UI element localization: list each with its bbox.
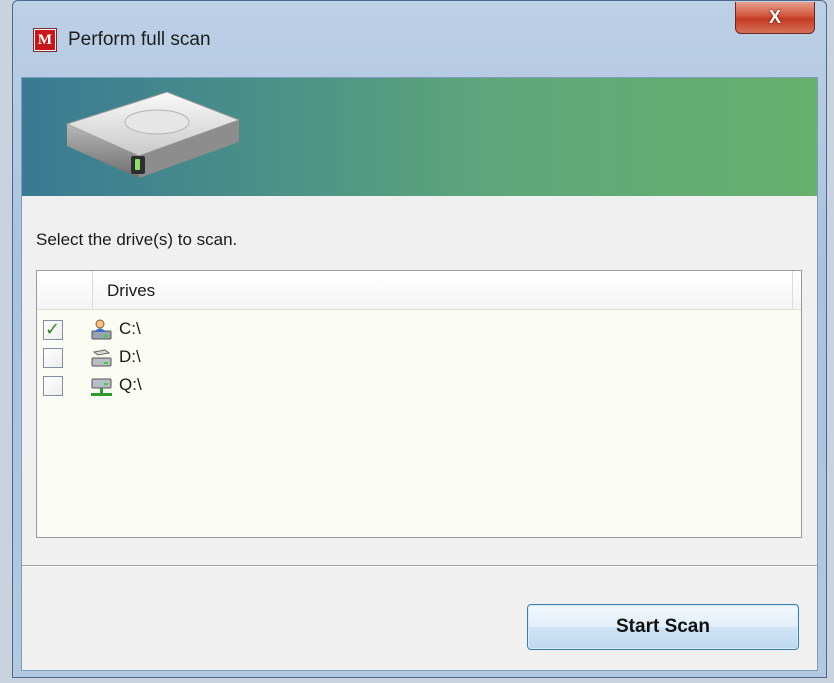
list-item[interactable]: D:\ (37, 345, 801, 373)
list-header: Drives (37, 271, 801, 310)
title-bar[interactable]: M Perform full scan X (13, 1, 826, 77)
separator (22, 565, 817, 567)
drive-label: C:\ (119, 319, 141, 338)
drives-list[interactable]: Drives ✓ C:\ D:\ Q:\ (36, 270, 802, 538)
drive-label: Q:\ (119, 375, 142, 394)
drive-checkbox[interactable] (43, 376, 63, 396)
check-icon: ✓ (45, 319, 61, 339)
header-banner (22, 78, 817, 196)
close-icon: X (768, 7, 781, 27)
local-drive-icon (91, 349, 112, 367)
list-item[interactable]: Q:\ (37, 373, 801, 401)
dialog-content: Select the drive(s) to scan. Drives ✓ C:… (21, 77, 818, 671)
list-item[interactable]: ✓ C:\ (37, 317, 801, 345)
network-drive-icon (91, 378, 112, 396)
drive-checkbox[interactable]: ✓ (43, 319, 63, 340)
start-scan-button[interactable]: Start Scan (527, 604, 799, 650)
mcafee-m-icon: M (33, 28, 57, 52)
drive-checkbox[interactable] (43, 348, 63, 368)
window-title: Perform full scan (68, 29, 211, 50)
drives-column-header[interactable]: Drives (93, 271, 793, 309)
hard-drive-icon (65, 91, 241, 178)
instruction-text: Select the drive(s) to scan. (36, 230, 238, 249)
user-drive-icon (91, 319, 112, 340)
dialog-window: M Perform full scan X Select the drive(s… (12, 0, 827, 678)
drive-label: D:\ (119, 347, 141, 366)
close-button[interactable]: X (735, 2, 815, 34)
checkbox-column-header[interactable] (37, 271, 93, 309)
